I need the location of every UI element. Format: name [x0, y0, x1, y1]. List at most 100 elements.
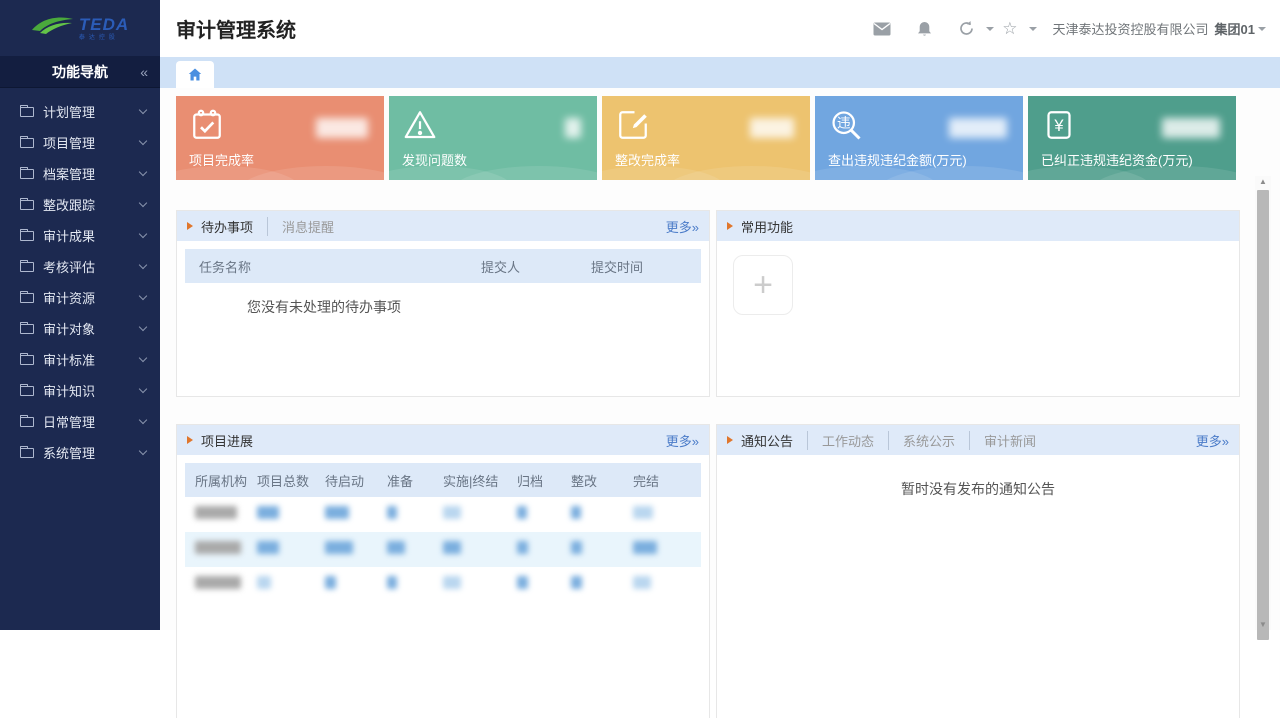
header: 审计管理系统 ☆ 天津泰达投资控股有限公司 集团01: [160, 0, 1280, 57]
sidebar-title: 功能导航: [0, 62, 160, 82]
sidebar-item-plan[interactable]: 计划管理: [0, 96, 160, 127]
table-row[interactable]: [185, 532, 701, 567]
sidebar-item-archive[interactable]: 档案管理: [0, 158, 160, 189]
tab-home[interactable]: [176, 61, 214, 88]
svg-text:违: 违: [837, 115, 851, 130]
bell-icon[interactable]: [917, 21, 932, 37]
edit-square-icon: [615, 107, 651, 148]
panel-notices: 通知公告 工作动态 系统公示 审计新闻 更多» 暂时没有发布的通知公告: [716, 424, 1240, 718]
user-company-menu[interactable]: 天津泰达投资控股有限公司 集团01: [1053, 19, 1266, 38]
logo-subtitle: 泰达控股: [79, 35, 129, 41]
company-dropdown-caret: [1258, 27, 1266, 31]
scroll-up-icon[interactable]: ▲: [1255, 177, 1271, 186]
tab-strip: [160, 57, 1280, 88]
redacted-card-value: [949, 118, 1007, 138]
column-submit-time: 提交时间: [591, 257, 701, 276]
folder-icon: [20, 262, 34, 272]
folder-icon: [20, 448, 34, 458]
column-implement: 实施|终结: [443, 471, 517, 490]
card-label: 整改完成率: [615, 150, 680, 169]
sidebar-item-results[interactable]: 审计成果: [0, 220, 160, 251]
sidebar-item-standards[interactable]: 审计标准: [0, 344, 160, 375]
star-dropdown-caret[interactable]: [1029, 27, 1037, 31]
sidebar-item-resources[interactable]: 审计资源: [0, 282, 160, 313]
todo-more-link[interactable]: 更多»: [666, 217, 699, 236]
card-rectification-rate[interactable]: 整改完成率: [602, 96, 810, 180]
panel-arrow-icon: [727, 222, 733, 230]
refresh-icon[interactable]: [958, 20, 975, 37]
tab-todo-items[interactable]: 待办事项: [201, 217, 267, 236]
column-pending: 待启动: [325, 471, 387, 490]
panel-arrow-icon: [727, 436, 733, 444]
home-icon: [188, 68, 202, 81]
panel-common-functions: 常用功能 +: [716, 210, 1240, 397]
chevron-down-icon: [139, 106, 147, 114]
scrollbar-thumb[interactable]: [1257, 190, 1269, 640]
chevron-down-icon: [139, 354, 147, 362]
tab-work-updates[interactable]: 工作动态: [807, 431, 888, 450]
common-functions-title: 常用功能: [741, 217, 807, 236]
sidebar-item-rectify[interactable]: 整改跟踪: [0, 189, 160, 220]
notice-more-link[interactable]: 更多»: [1196, 431, 1229, 450]
sidebar-item-evaluation[interactable]: 考核评估: [0, 251, 160, 282]
panel-arrow-icon: [187, 222, 193, 230]
chevron-down-icon: [139, 385, 147, 393]
progress-more-link[interactable]: 更多»: [666, 431, 699, 450]
stat-cards: 项目完成率 发现问题数 整改完成率 违 查出违规违纪金额(万元) ¥: [176, 96, 1236, 180]
main-content: 项目完成率 发现问题数 整改完成率 违 查出违规违纪金额(万元) ¥: [160, 88, 1280, 630]
redacted-card-value: [316, 118, 368, 138]
folder-icon: [20, 231, 34, 241]
table-row[interactable]: [185, 497, 701, 532]
chevron-down-icon: [139, 230, 147, 238]
folder-icon: [20, 169, 34, 179]
scroll-down-icon[interactable]: ▼: [1255, 620, 1271, 629]
column-complete: 完结: [633, 471, 685, 490]
tab-system-announcements[interactable]: 系统公示: [888, 431, 969, 450]
card-issues-found[interactable]: 发现问题数: [389, 96, 597, 180]
sidebar-collapse-button[interactable]: «: [140, 64, 148, 80]
tab-audit-news[interactable]: 审计新闻: [969, 431, 1050, 450]
redacted-card-value: [565, 118, 581, 138]
vertical-scrollbar[interactable]: ▲ ▼: [1255, 176, 1271, 630]
group-name: 集团01: [1215, 19, 1255, 38]
star-icon[interactable]: ☆: [1002, 20, 1017, 37]
sidebar-item-system[interactable]: 系统管理: [0, 437, 160, 468]
column-rectify: 整改: [571, 471, 633, 490]
column-org: 所属机构: [185, 471, 257, 490]
folder-icon: [20, 324, 34, 334]
column-archive: 归档: [517, 471, 571, 490]
tab-message-reminders[interactable]: 消息提醒: [267, 217, 348, 236]
table-row[interactable]: [185, 567, 701, 602]
sidebar-item-daily[interactable]: 日常管理: [0, 406, 160, 437]
folder-icon: [20, 417, 34, 427]
redacted-card-value: [1162, 118, 1220, 138]
folder-icon: [20, 355, 34, 365]
redacted-card-value: [750, 118, 794, 138]
progress-title: 项目进展: [201, 431, 267, 450]
add-shortcut-button[interactable]: +: [733, 255, 793, 315]
card-label: 查出违规违纪金额(万元): [828, 150, 967, 169]
sidebar-item-objects[interactable]: 审计对象: [0, 313, 160, 344]
sidebar-item-project[interactable]: 项目管理: [0, 127, 160, 158]
sidebar-nav-header: 功能导航 «: [0, 56, 160, 88]
logo-brand: TEDA: [79, 16, 129, 33]
sidebar-item-knowledge[interactable]: 审计知识: [0, 375, 160, 406]
calendar-check-icon: [189, 107, 225, 148]
sidebar: TEDA 泰达控股 功能导航 « 计划管理 项目管理 档案管理 整改跟踪 审计成…: [0, 0, 160, 630]
panel-arrow-icon: [187, 436, 193, 444]
card-corrected-funds[interactable]: ¥ 已纠正违规违纪资金(万元): [1028, 96, 1236, 180]
todo-empty-message: 您没有未处理的待办事项: [247, 297, 709, 317]
folder-icon: [20, 107, 34, 117]
panel-project-progress: 项目进展 更多» 所属机构 项目总数 待启动 准备 实施|终结 归档 整改 完结: [176, 424, 710, 718]
card-label: 已纠正违规违纪资金(万元): [1041, 150, 1193, 169]
column-task-name: 任务名称: [185, 257, 481, 276]
card-violation-amount[interactable]: 违 查出违规违纪金额(万元): [815, 96, 1023, 180]
card-project-completion[interactable]: 项目完成率: [176, 96, 384, 180]
mail-icon[interactable]: [873, 22, 891, 36]
column-submitter: 提交人: [481, 257, 591, 276]
tab-notices[interactable]: 通知公告: [741, 431, 807, 450]
notice-empty-message: 暂时没有发布的通知公告: [717, 479, 1239, 499]
folder-icon: [20, 138, 34, 148]
column-prepare: 准备: [387, 471, 443, 490]
refresh-dropdown-caret[interactable]: [986, 27, 994, 31]
